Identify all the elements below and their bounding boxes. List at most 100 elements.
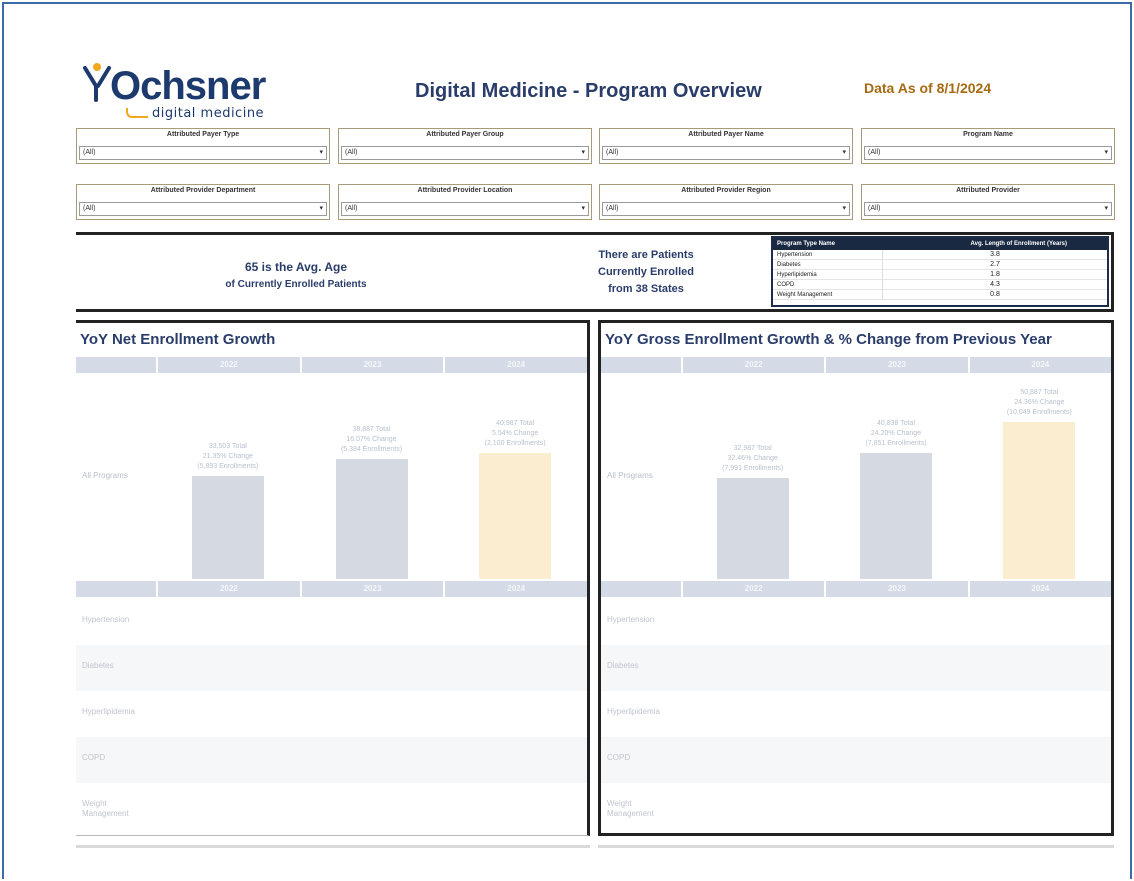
category-row: Hypertension	[601, 599, 1111, 645]
dropdown-value: (All)	[83, 205, 96, 212]
dropdown-caret-icon: ▾	[1104, 149, 1108, 156]
filter-program-name: Program Name (All) ▾	[861, 128, 1115, 164]
dropdown-caret-icon: ▾	[319, 149, 323, 156]
category-row: Hyperlipidemia	[76, 691, 587, 737]
bar-data-label: 32,987 Total 32.46% Change (7,991 Enrollme…	[722, 445, 784, 472]
enrollment-bar[interactable]	[1003, 422, 1076, 579]
filter-payer-type: Attributed Payer Type (All) ▾	[76, 128, 330, 164]
filter-label: Attributed Provider Location	[417, 187, 513, 194]
row-label: All Programs	[82, 471, 128, 480]
table-cell: Weight Management	[773, 290, 883, 299]
page-title: Digital Medicine - Program Overview	[415, 80, 762, 102]
bar-data-label: 50,887 Total 24.36% Change (10,049 Enrollm…	[1006, 389, 1072, 416]
dropdown-value: (All)	[83, 149, 96, 156]
year-label: 2023	[824, 357, 967, 373]
dropdown-value: (All)	[868, 205, 881, 212]
panel-title: YoY Gross Enrollment Growth & % Change f…	[605, 331, 1052, 348]
category-label: Hyperlipidemia	[82, 707, 135, 716]
payer-name-dropdown[interactable]: (All) ▾	[602, 146, 850, 160]
logo-subtitle: digital medicine	[152, 106, 265, 121]
table-row[interactable]: COPD 4.3	[773, 280, 1107, 290]
filter-payer-group: Attributed Payer Group (All) ▾	[338, 128, 592, 164]
dropdown-value: (All)	[345, 205, 358, 212]
table-row[interactable]: Hyperlipidemia 1.8	[773, 270, 1107, 280]
year-label: 2022	[156, 357, 300, 373]
table-cell: Hyperlipidemia	[773, 270, 883, 279]
provider-location-dropdown[interactable]: (All) ▾	[341, 202, 589, 216]
filter-label: Attributed Provider Department	[150, 187, 256, 194]
dropdown-caret-icon: ▾	[319, 205, 323, 212]
category-row: Hypertension	[76, 599, 587, 645]
table-cell: 3.8	[990, 251, 1000, 258]
table-row[interactable]: Diabetes 2.7	[773, 260, 1107, 270]
dropdown-caret-icon: ▾	[1104, 205, 1108, 212]
enrollment-length-table: Program Type Name Avg. Length of Enrollm…	[771, 236, 1109, 307]
year-label: 2023	[299, 357, 444, 373]
gross-enrollment-panel: YoY Gross Enrollment Growth & % Change f…	[598, 320, 1114, 836]
year-label: 2024	[967, 357, 1111, 373]
dropdown-value: (All)	[345, 149, 358, 156]
states-line1: There are Patients	[598, 249, 694, 261]
category-label: Hypertension	[82, 615, 130, 624]
year-header: 2022 2023 2024	[601, 357, 1111, 373]
category-label: Hypertension	[607, 615, 655, 624]
filter-label: Attributed Payer Group	[426, 131, 504, 138]
filter-provider-region: Attributed Provider Region (All) ▾	[599, 184, 853, 220]
filter-provider-department: Attributed Provider Department (All) ▾	[76, 184, 330, 220]
table-cell: 1.8	[990, 271, 1000, 278]
provider-region-dropdown[interactable]: (All) ▾	[602, 202, 850, 216]
bar-data-label: 33,503 Total 21.35% Change (5,893 Enrollme…	[197, 443, 259, 470]
filter-provider: Attributed Provider (All) ▾	[861, 184, 1115, 220]
payer-group-dropdown[interactable]: (All) ▾	[341, 146, 589, 160]
year-header: 2022 2023 2024	[76, 357, 587, 373]
provider-dropdown[interactable]: (All) ▾	[864, 202, 1112, 216]
avg-age-line1: 65 is the Avg. Age	[244, 260, 348, 274]
dropdown-caret-icon: ▾	[842, 149, 846, 156]
table-cell: 4.3	[990, 281, 1000, 288]
states-line3: from 38 States	[608, 283, 684, 295]
ochsner-logo: Ochsner digital medicine	[82, 62, 297, 126]
net-enrollment-panel: YoY Net Enrollment Growth 2022 2023 2024…	[76, 320, 590, 836]
category-row: COPD	[76, 737, 587, 783]
category-label: Weight Management	[82, 799, 129, 818]
payer-type-dropdown[interactable]: (All) ▾	[79, 146, 327, 160]
enrollment-bar[interactable]	[191, 476, 264, 579]
program-name-dropdown[interactable]: (All) ▾	[864, 146, 1112, 160]
enrollment-bar[interactable]	[479, 453, 552, 579]
dropdown-value: (All)	[606, 149, 619, 156]
table-row[interactable]: Weight Management 0.8	[773, 290, 1107, 300]
dropdown-caret-icon: ▾	[842, 205, 846, 212]
category-label: COPD	[82, 753, 106, 762]
enrollment-bar[interactable]	[716, 478, 789, 579]
column-header: Program Type Name	[777, 241, 835, 247]
provider-department-dropdown[interactable]: (All) ▾	[79, 202, 327, 216]
enrollment-bar[interactable]	[860, 453, 932, 579]
bar-data-label: 40,987 Total 5.54% Change (2,100 Enrollmen…	[484, 420, 546, 447]
logo-hook-icon	[126, 108, 148, 118]
year-label: 2024	[443, 357, 587, 373]
filter-payer-name: Attributed Payer Name (All) ▾	[599, 128, 853, 164]
category-label: Diabetes	[82, 661, 114, 670]
filter-label: Attributed Provider Region	[681, 187, 771, 194]
table-cell: Hypertension	[773, 250, 883, 259]
divider	[598, 845, 1114, 848]
logo-figure-icon	[83, 63, 111, 102]
logo-wordmark: Ochsner	[110, 64, 266, 108]
enrollment-bar[interactable]	[335, 459, 408, 579]
divider	[76, 845, 590, 848]
table-row[interactable]: Hypertension 3.8	[773, 250, 1107, 260]
dropdown-value: (All)	[606, 205, 619, 212]
category-label: Weight Management	[607, 799, 654, 818]
filter-provider-location: Attributed Provider Location (All) ▾	[338, 184, 592, 220]
category-rows: Hypertension Diabetes Hyperlipidemia COP…	[76, 595, 587, 835]
table-header: Program Type Name Avg. Length of Enrollm…	[773, 238, 1107, 250]
year-label: 2022	[681, 357, 824, 373]
states-kpi: There are Patients Currently Enrolled fr…	[566, 247, 726, 298]
dropdown-caret-icon: ▾	[581, 205, 585, 212]
category-label: COPD	[607, 753, 631, 762]
category-row: Weight Management	[76, 783, 587, 829]
net-bar-chart: All Programs 33,503 Total 21.35% Change (5…	[76, 375, 587, 579]
states-line2: Currently Enrolled	[598, 266, 694, 278]
category-rows: Hypertension Diabetes Hyperlipidemia COP…	[601, 595, 1111, 833]
table-cell: Diabetes	[773, 260, 883, 269]
